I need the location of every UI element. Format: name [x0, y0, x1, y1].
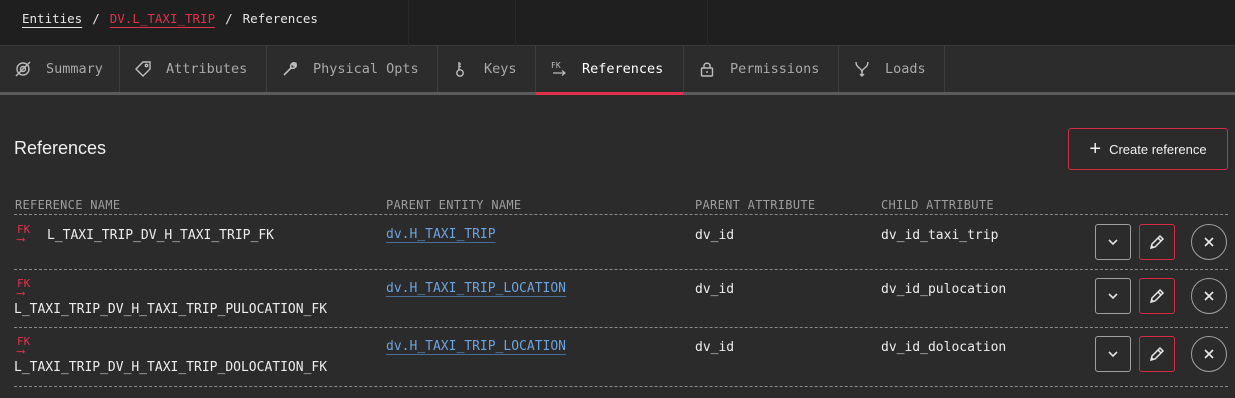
tab-physical-opts[interactable]: Physical Opts: [267, 46, 438, 92]
tab-references[interactable]: FK References: [536, 46, 684, 95]
delete-reference-button[interactable]: [1191, 336, 1227, 372]
table-row: FK ⟶ L_TAXI_TRIP_DV_H_TAXI_TRIP_PULOCATIO…: [14, 270, 1228, 328]
tag-icon: [134, 60, 152, 78]
tab-label: Physical Opts: [313, 61, 419, 77]
chevron-down-icon: [1108, 293, 1118, 300]
column-header-child-attribute: CHILD ATTRIBUTE: [881, 198, 994, 212]
reference-name: L_TAXI_TRIP_DV_H_TAXI_TRIP_DOLOCATION_FK: [14, 360, 328, 375]
fk-icon: FK: [550, 60, 568, 78]
tab-bar: Summary Attributes Physical Opts Keys FK…: [0, 46, 1235, 95]
foreign-key-icon: FK ⟶: [17, 223, 31, 246]
tab-summary[interactable]: Summary: [0, 46, 120, 92]
expand-row-button[interactable]: [1095, 278, 1131, 314]
table-row: FK ⟶ L_TAXI_TRIP_DV_H_TAXI_TRIP_DOLOCATIO…: [14, 328, 1228, 387]
reference-name: L_TAXI_TRIP_DV_H_TAXI_TRIP_FK: [47, 228, 274, 243]
column-header-parent-entity: PARENT ENTITY NAME: [386, 198, 522, 212]
foreign-key-icon: FK ⟶: [17, 335, 31, 358]
column-header-parent-attribute: PARENT ATTRIBUTE: [695, 198, 816, 212]
section-title: References: [14, 138, 107, 158]
child-attribute: dv_id_dolocation: [881, 340, 1007, 355]
parent-attribute: dv_id: [695, 228, 735, 243]
breadcrumb-separator: /: [225, 11, 233, 26]
delete-reference-button[interactable]: [1191, 278, 1227, 314]
parent-attribute: dv_id: [695, 282, 735, 297]
child-attribute: dv_id_taxi_trip: [881, 228, 999, 243]
tab-label: Loads: [885, 61, 926, 77]
edit-reference-button[interactable]: [1139, 224, 1175, 260]
create-reference-label: Create reference: [1109, 141, 1207, 157]
tab-attributes[interactable]: Attributes: [120, 46, 267, 92]
wrench-icon: [281, 60, 299, 78]
close-icon: [1204, 291, 1214, 301]
tab-label: Keys: [484, 61, 517, 77]
breadcrumb-current: References: [242, 11, 318, 26]
tab-keys[interactable]: Keys: [438, 46, 536, 92]
merge-icon: [853, 60, 871, 78]
pen-icon: [1149, 234, 1165, 250]
chevron-down-icon: [1108, 351, 1118, 358]
expand-row-button[interactable]: [1095, 224, 1131, 260]
bar-divider: [515, 0, 516, 46]
parent-entity-link[interactable]: dv.H_TAXI_TRIP: [386, 227, 496, 242]
tab-label: Permissions: [730, 61, 820, 77]
breadcrumb-separator: /: [92, 11, 100, 26]
foreign-key-icon: FK ⟶: [17, 277, 31, 300]
parent-entity-link[interactable]: dv.H_TAXI_TRIP_LOCATION: [386, 339, 566, 354]
table-row: FK ⟶ L_TAXI_TRIP_DV_H_TAXI_TRIP_FK dv.H_T…: [14, 216, 1228, 270]
tab-permissions[interactable]: Permissions: [684, 46, 839, 92]
close-icon: [1204, 349, 1214, 359]
plus-icon: +: [1089, 138, 1102, 160]
bar-divider: [707, 0, 708, 46]
expand-row-button[interactable]: [1095, 336, 1131, 372]
target-icon: [14, 60, 32, 78]
tab-loads[interactable]: Loads: [839, 46, 945, 92]
reference-name: L_TAXI_TRIP_DV_H_TAXI_TRIP_PULOCATION_FK: [14, 302, 328, 317]
tab-label: Attributes: [166, 61, 248, 77]
tab-label: Summary: [46, 61, 103, 77]
delete-reference-button[interactable]: [1191, 224, 1227, 260]
edit-reference-button[interactable]: [1139, 336, 1175, 372]
breadcrumb-entity-link[interactable]: DV.L_TAXI_TRIP: [110, 11, 215, 26]
parent-entity-link[interactable]: dv.H_TAXI_TRIP_LOCATION: [386, 281, 566, 296]
breadcrumb-bar: Entities / DV.L_TAXI_TRIP / References: [0, 0, 1235, 46]
edit-reference-button[interactable]: [1139, 278, 1175, 314]
tab-label: References: [582, 61, 664, 77]
pen-icon: [1149, 346, 1165, 362]
close-icon: [1204, 237, 1214, 247]
create-reference-button[interactable]: + Create reference: [1068, 128, 1228, 170]
table-header: REFERENCE NAME PARENT ENTITY NAME PARENT…: [14, 197, 1228, 215]
child-attribute: dv_id_pulocation: [881, 282, 1007, 297]
key-icon: [452, 60, 470, 78]
column-header-reference-name: REFERENCE NAME: [15, 198, 121, 212]
lock-icon: [698, 60, 716, 78]
breadcrumb-entities-link[interactable]: Entities: [22, 11, 82, 26]
parent-attribute: dv_id: [695, 340, 735, 355]
bar-divider: [408, 0, 409, 46]
svg-text:FK: FK: [551, 61, 561, 70]
breadcrumb: Entities / DV.L_TAXI_TRIP / References: [22, 11, 318, 26]
pen-icon: [1149, 288, 1165, 304]
chevron-down-icon: [1108, 239, 1118, 246]
